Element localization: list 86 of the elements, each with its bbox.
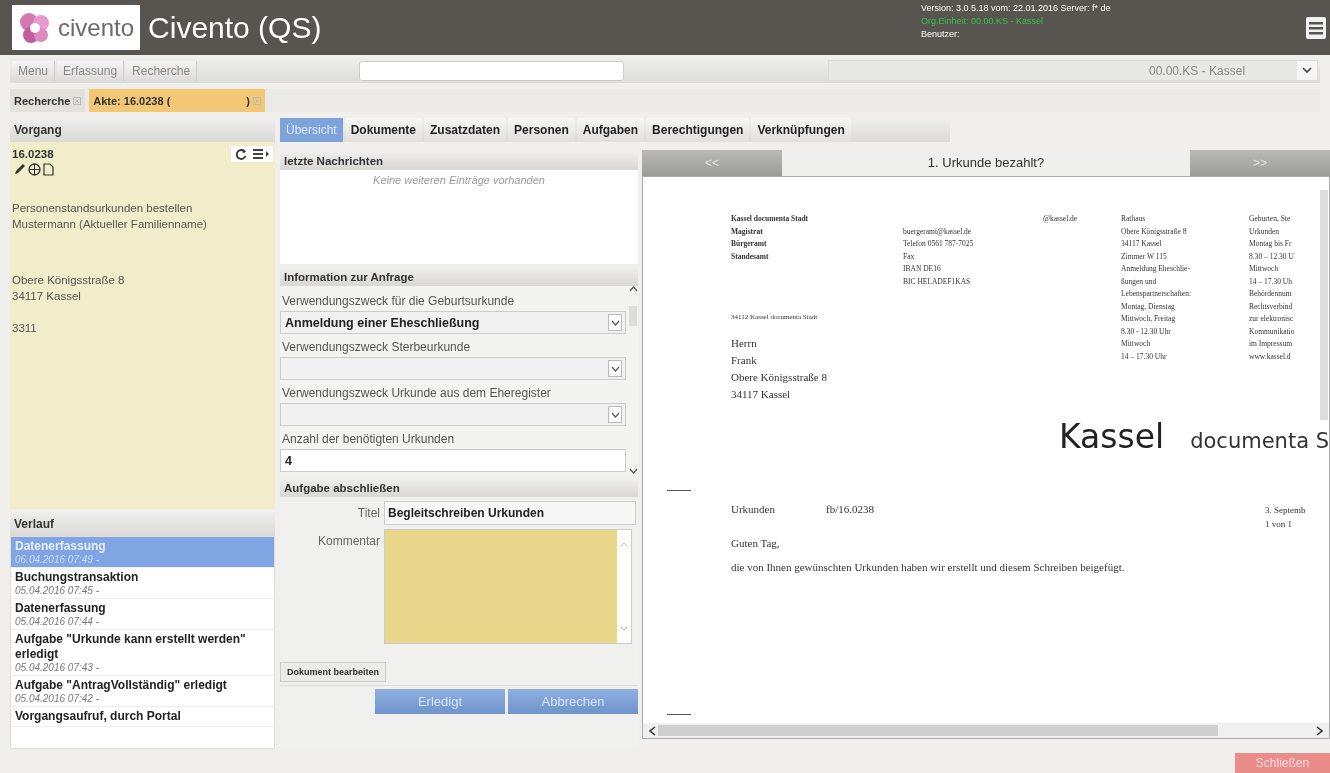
case-detail: Personenstandsurkunden bestellen: [12, 201, 193, 216]
input-field[interactable]: Begleitschreiben Urkunden: [384, 501, 636, 525]
section-header: letzte Nachrichten: [280, 152, 638, 170]
body-text: die von Ihnen gewünschten Urkunden haben wir erstellt und diesem Schreiben beigefügt.: [731, 561, 1126, 573]
document-icon[interactable]: [43, 163, 54, 176]
edit-document-tab[interactable]: Dokument bearbeiten: [280, 662, 387, 682]
field-label: Anzahl der benötigten Urkunden: [282, 432, 456, 446]
empty-message: Keine weiteren Einträge vorhanden: [372, 174, 546, 186]
history-item[interactable]: Buchungstransaktion 05.04.2016 07:45 -: [11, 568, 274, 599]
history-title: Aufgabe "AntragVollständig" erledigt: [15, 678, 228, 693]
address-line: 34117 Kassel: [731, 387, 791, 402]
chevron-down-icon: [610, 319, 620, 326]
open-tab[interactable]: Akte: 16.0238 ( ): [89, 89, 265, 112]
history-title: Aufgabe "Urkunde kann erstellt werden" erledigt: [15, 632, 247, 662]
open-tab[interactable]: Recherche: [10, 89, 86, 112]
history-item[interactable]: Vorgangsaufruf, durch Portal: [11, 707, 274, 727]
field-label: Verwendungszweck Sterbeurkunde: [282, 340, 472, 354]
chevron-down-icon: [1302, 67, 1312, 74]
chevron-left-icon[interactable]: [649, 725, 656, 736]
letter-date: 3. Septemb: [1265, 504, 1307, 517]
chevron-up-icon[interactable]: [628, 286, 638, 292]
logo-text: civento: [58, 13, 135, 42]
case-number: 16.0238: [12, 147, 54, 162]
user-label: Benutzer:: [921, 28, 961, 41]
logo-word: documenta S: [1190, 429, 1329, 453]
chevron-down-icon[interactable]: [628, 468, 638, 474]
greeting-text: Guten Tag,: [731, 537, 781, 549]
tab[interactable]: Aufgaben: [576, 118, 645, 142]
tab[interactable]: Personen: [508, 118, 575, 142]
tab[interactable]: Dokumente: [344, 118, 423, 142]
comment-field[interactable]: [384, 529, 632, 644]
history-date: 06.04.2016 07:49 -: [15, 554, 100, 565]
select-field[interactable]: [280, 403, 626, 426]
panel-header: Verlauf: [10, 512, 275, 536]
case-detail: Mustermann (Aktueller Familienname): [12, 217, 207, 232]
section-header: Aufgabe abschließen: [280, 479, 638, 497]
scrollbar-thumb[interactable]: [1320, 190, 1328, 420]
section-header: Information zur Anfrage: [280, 268, 638, 286]
address-line: Frank: [731, 353, 757, 368]
history-item[interactable]: Aufgabe "AntragVollständig" erledigt 05.04.2016 07:42 -: [11, 676, 274, 707]
history-title: Buchungstransaktion: [15, 570, 140, 585]
panel-header: Vorgang: [10, 118, 275, 142]
case-detail: 34117 Kassel: [12, 289, 81, 304]
page-number: 1 von 1: [1265, 518, 1293, 531]
chevron-down-icon: [610, 411, 620, 418]
field-label: Verwendungszweck Urkunde aus dem Eheregister: [282, 386, 552, 400]
document-title: 1. Urkunde bezahlt?: [926, 154, 1046, 172]
chevron-down-icon: [610, 365, 620, 372]
history-title: Vorgangsaufruf, durch Portal: [15, 709, 182, 724]
pencil-icon[interactable]: [14, 163, 26, 175]
history-date: 05.04.2016 07:44 -: [15, 616, 100, 627]
history-item[interactable]: Datenerfassung 05.04.2016 07:44 -: [11, 599, 274, 630]
case-detail: Obere Königsstraße 8: [12, 273, 125, 288]
scrollbar-thumb[interactable]: [658, 725, 1218, 736]
org-unit: Org.Einheit: 00.00.KS - Kassel: [921, 15, 1045, 28]
history-date: 05.04.2016 07:42 -: [15, 693, 100, 704]
field-label: Kommentar: [316, 533, 380, 548]
search-field[interactable]: [359, 60, 625, 81]
subject-text: Urkunden: [731, 503, 776, 517]
history-title: Datenerfassung: [15, 539, 107, 554]
tab[interactable]: Zusatzdaten: [424, 118, 507, 142]
input-field[interactable]: 4: [280, 449, 626, 472]
menu-icon[interactable]: [1306, 16, 1326, 39]
address-line: Herrn: [731, 336, 757, 351]
address-line: Obere Königsstraße 8: [731, 370, 827, 385]
select-field[interactable]: Anmeldung einer Eheschließung: [280, 311, 626, 334]
app-title: Civento (QS): [148, 10, 323, 45]
refresh-icon[interactable]: [235, 148, 247, 160]
chevron-right-icon[interactable]: [1316, 725, 1323, 736]
chevron-down-icon: [620, 626, 628, 631]
tab[interactable]: Berechtigungen: [646, 118, 750, 142]
tab[interactable]: Verknüpfungen: [751, 118, 851, 142]
select-field[interactable]: [280, 357, 626, 380]
globe-icon[interactable]: [28, 163, 41, 176]
history-date: 05.04.2016 07:45 -: [15, 585, 100, 596]
history-item[interactable]: Aufgabe "Urkunde kann erstellt werden" erledigt 05.04.2016 07:43 -: [11, 630, 274, 676]
logo-word: Kassel: [1059, 417, 1165, 456]
history-title: Datenerfassung: [15, 601, 107, 616]
version-info: Version: 3.0.5.18 vom: 22.01.2016 Server: f* de: [921, 2, 1112, 15]
chevron-up-icon: [620, 542, 628, 547]
reference-text: fb/16.0238: [826, 503, 874, 517]
field-label: Verwendungszweck für die Geburtsurkunde: [282, 294, 516, 308]
case-detail: 3311: [12, 321, 37, 336]
list-menu-icon[interactable]: [253, 149, 269, 159]
history-date: 05.04.2016 07:43 -: [15, 662, 100, 673]
field-label: Titel: [356, 505, 380, 520]
